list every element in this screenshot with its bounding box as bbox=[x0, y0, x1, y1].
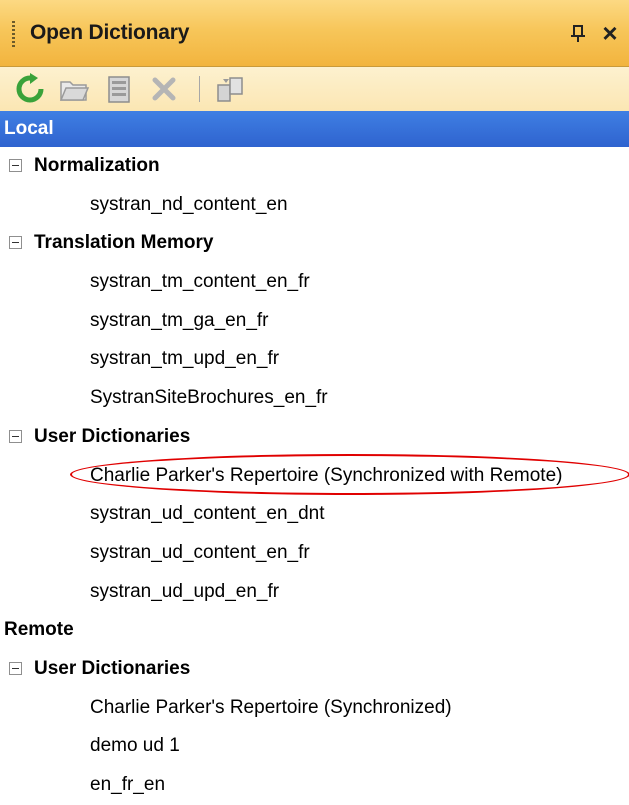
tree-item[interactable]: systran_ud_content_en_fr bbox=[0, 534, 629, 573]
toolbar-separator bbox=[199, 76, 200, 102]
pin-icon[interactable] bbox=[567, 14, 589, 52]
collapse-icon[interactable] bbox=[9, 159, 22, 172]
open-folder-button[interactable] bbox=[58, 73, 90, 105]
local-section-label: Local bbox=[4, 118, 54, 139]
tree-item[interactable]: en_fr_en bbox=[0, 766, 629, 805]
panel-title-bar[interactable]: Open Dictionary × bbox=[0, 0, 629, 67]
group-label: User Dictionaries bbox=[34, 657, 191, 679]
tree-item[interactable]: systran_ud_content_en_dnt bbox=[0, 495, 629, 534]
tree-item[interactable]: demo ud 1 bbox=[0, 727, 629, 766]
tree-item[interactable]: systran_tm_content_en_fr bbox=[0, 263, 629, 302]
tree-item[interactable]: SystranSiteBrochures_en_fr bbox=[0, 379, 629, 418]
collapse-icon[interactable] bbox=[9, 661, 22, 675]
tree-item[interactable]: systran_ud_upd_en_fr bbox=[0, 573, 629, 612]
tree-item-highlighted[interactable]: Charlie Parker's Repertoire (Synchronize… bbox=[0, 453, 629, 496]
remote-section-header[interactable]: Remote bbox=[0, 611, 629, 650]
delete-button[interactable] bbox=[148, 73, 180, 105]
refresh-button[interactable] bbox=[14, 73, 46, 105]
tree-group-normalization[interactable]: Normalization bbox=[0, 147, 629, 186]
collapse-icon[interactable] bbox=[9, 236, 22, 250]
open-dictionary-panel: Open Dictionary × Local Normalization sy… bbox=[0, 0, 629, 795]
tree-group-remote-user-dictionaries[interactable]: User Dictionaries bbox=[0, 650, 629, 689]
tree-item[interactable]: systran_tm_ga_en_fr bbox=[0, 302, 629, 341]
tree-item[interactable]: Charlie Parker's Repertoire (Synchronize… bbox=[0, 689, 629, 728]
refresh-icon bbox=[16, 73, 44, 103]
import-icon bbox=[108, 76, 130, 103]
close-icon[interactable]: × bbox=[594, 14, 626, 52]
panel-title: Open Dictionary bbox=[30, 21, 190, 44]
local-section-header[interactable]: Local bbox=[0, 111, 629, 147]
drag-grip-icon[interactable] bbox=[12, 21, 15, 47]
group-label: Normalization bbox=[34, 155, 160, 176]
import-button[interactable] bbox=[103, 73, 135, 105]
tree-item[interactable]: systran_nd_content_en bbox=[0, 186, 629, 225]
tree-group-translation-memory[interactable]: Translation Memory bbox=[0, 224, 629, 263]
tree-item[interactable]: systran_tm_upd_en_fr bbox=[0, 340, 629, 379]
collapse-icon[interactable] bbox=[9, 429, 22, 443]
group-label: Translation Memory bbox=[34, 232, 214, 254]
delete-icon bbox=[152, 77, 176, 101]
dictionary-tree: Normalization systran_nd_content_en Tran… bbox=[0, 147, 629, 805]
remote-section-label: Remote bbox=[4, 619, 74, 641]
toolbar bbox=[0, 67, 629, 111]
open-folder-icon bbox=[59, 81, 90, 101]
group-label: User Dictionaries bbox=[34, 425, 191, 447]
synchronize-icon bbox=[217, 77, 243, 102]
synchronize-button[interactable] bbox=[214, 73, 246, 105]
tree-group-user-dictionaries[interactable]: User Dictionaries bbox=[0, 418, 629, 457]
